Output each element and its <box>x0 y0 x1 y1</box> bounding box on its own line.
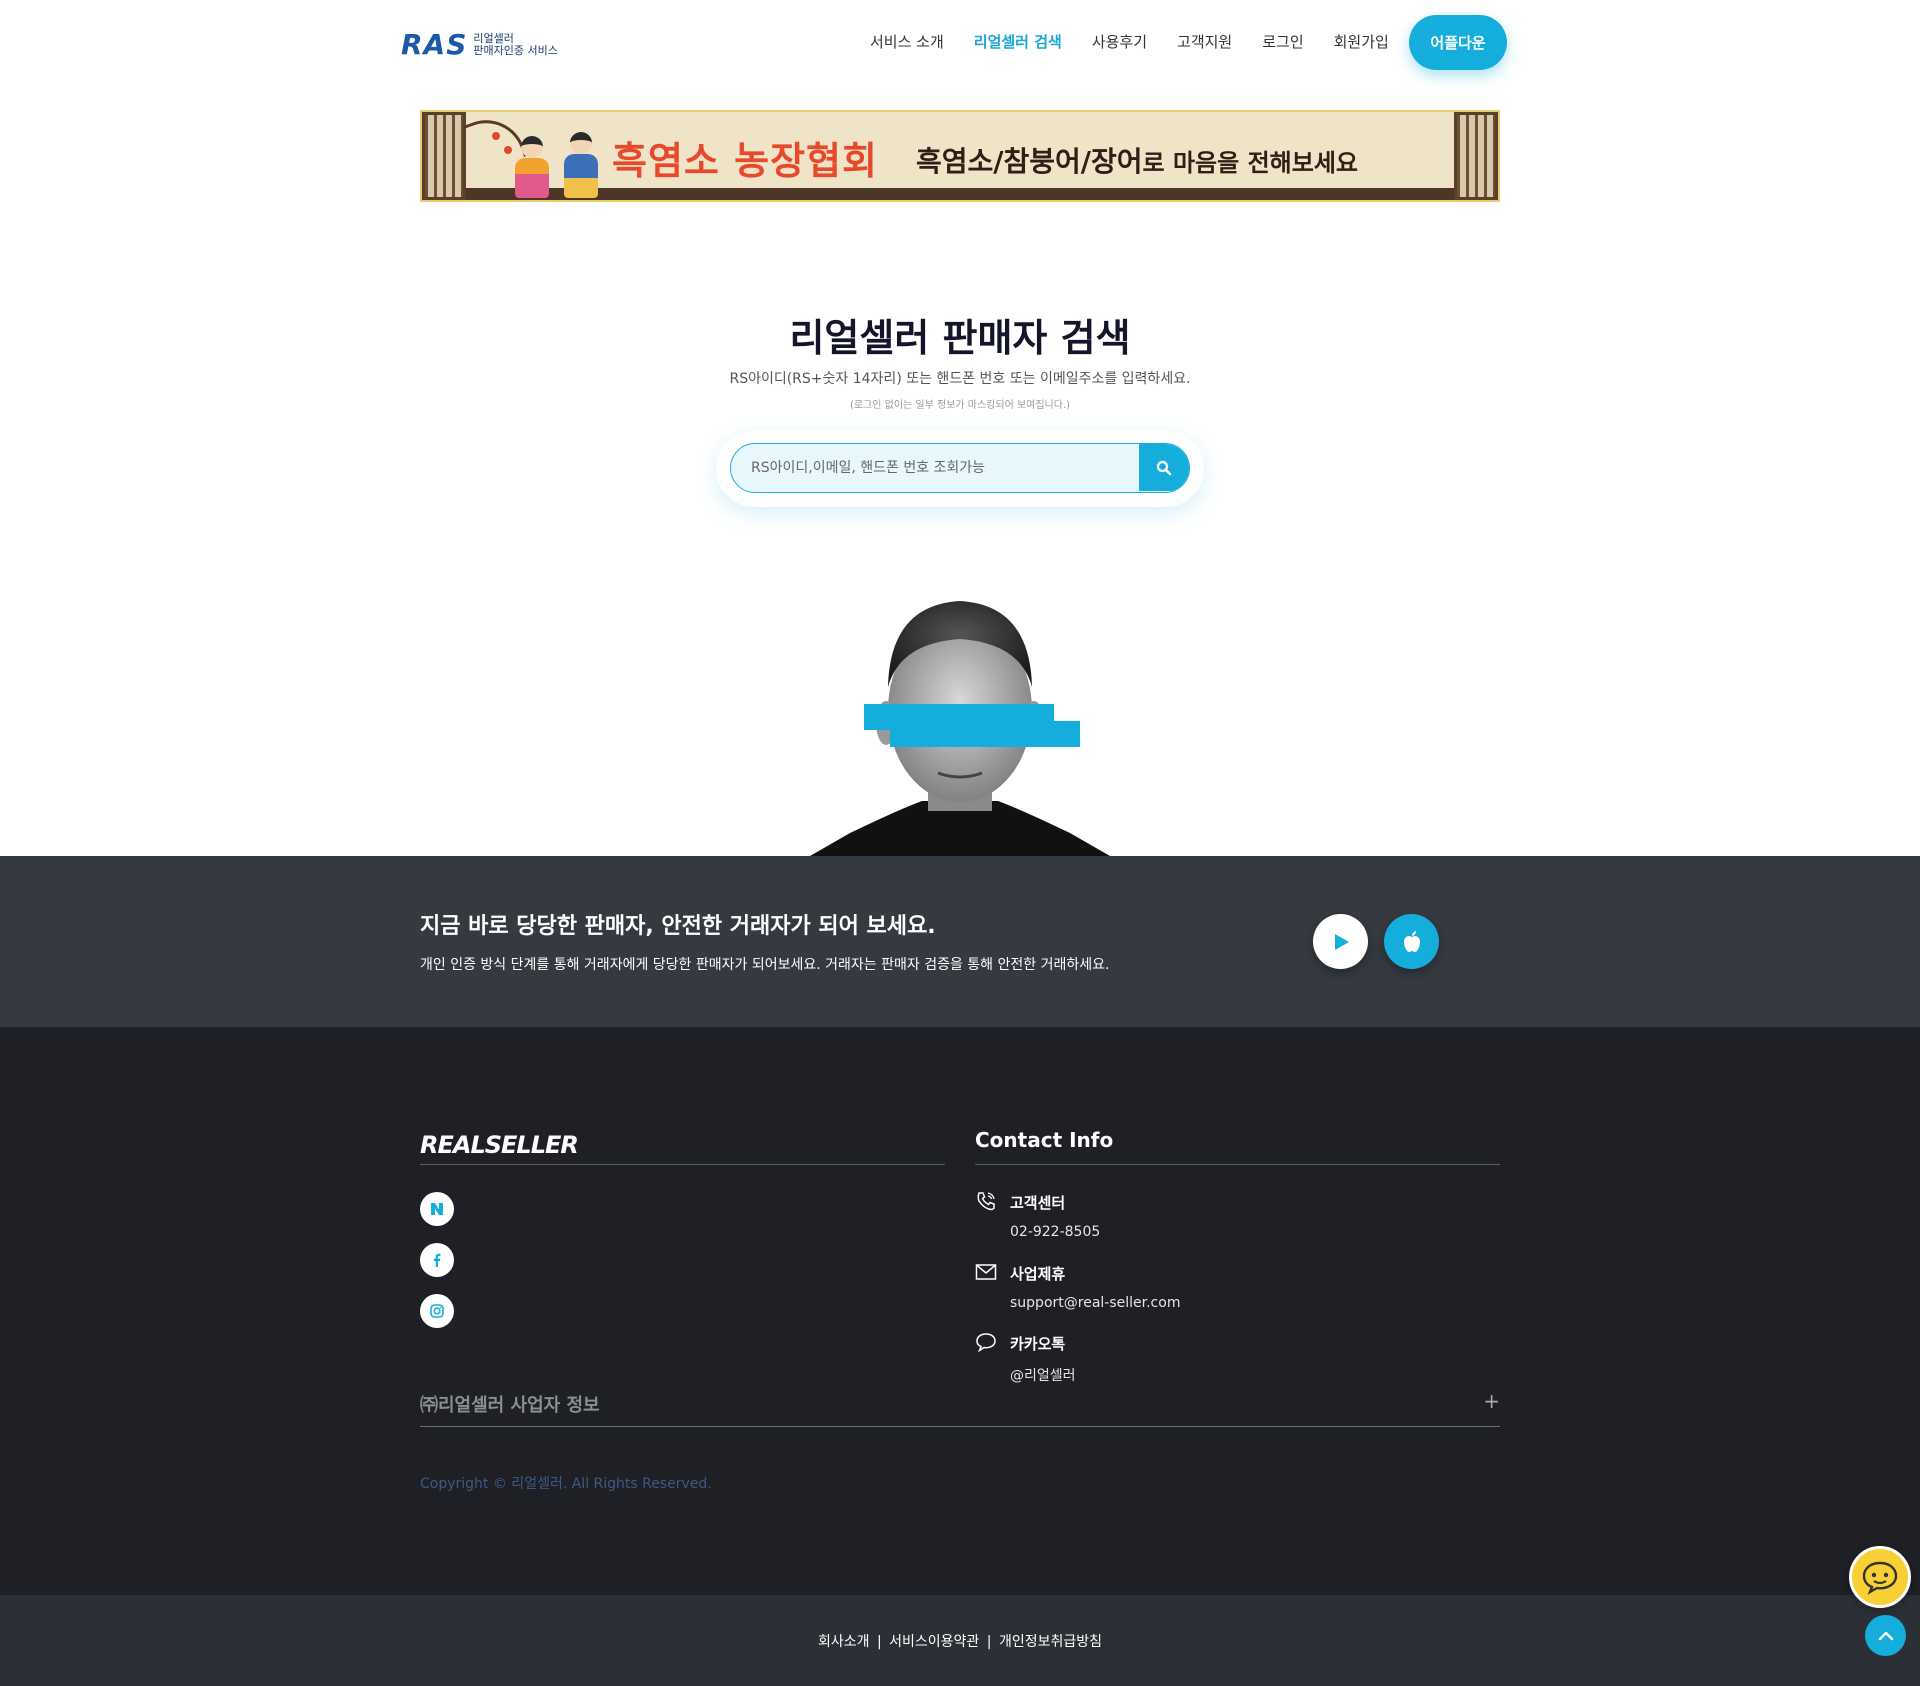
contact-email[interactable]: support@real-seller.com <box>1010 1295 1180 1311</box>
persimmon-icon <box>504 146 512 154</box>
naver-link[interactable] <box>420 1192 454 1226</box>
instagram-icon <box>430 1304 444 1318</box>
google-play-button[interactable] <box>1313 914 1368 969</box>
footer-link-separator: | <box>876 1634 882 1650</box>
banner-title: 흑염소 농장협회 <box>612 139 878 183</box>
banner-subtitle-rest: 로 마음을 전해보세요 <box>1142 149 1358 177</box>
logo-text: 리얼셀러 판매자인증 서비스 <box>473 32 558 57</box>
app-download-button[interactable]: 어플다운 <box>1409 15 1507 70</box>
business-info-label: ㈜리얼셀러 사업자 정보 <box>420 1395 600 1416</box>
search-form <box>716 431 1204 507</box>
cta-title: 지금 바로 당당한 판매자, 안전한 거래자가 되어 보세요. <box>420 914 936 939</box>
banner-door-right <box>1454 112 1498 200</box>
google-play-icon <box>1334 933 1349 950</box>
footer-divider-right <box>975 1164 1500 1165</box>
promo-banner[interactable]: 흑염소 농장협회 흑염소/참붕어/장어로 마음을 전해보세요 <box>420 110 1500 202</box>
chatbot-icon <box>1862 1561 1898 1595</box>
search-icon <box>1156 460 1172 475</box>
instagram-link[interactable] <box>420 1294 454 1328</box>
chat-bubble-icon <box>976 1333 996 1353</box>
search-input[interactable] <box>731 444 1141 491</box>
footer-link-separator: | <box>986 1634 992 1650</box>
nav-item-reviews[interactable]: 사용후기 <box>1092 30 1147 54</box>
plus-icon: + <box>1483 1389 1500 1413</box>
hanbok-girl-illustration <box>514 136 550 200</box>
nav-item-login[interactable]: 로그인 <box>1262 30 1303 54</box>
nav-item-service-intro[interactable]: 서비스 소개 <box>870 30 944 54</box>
search-description: RS아이디(RS+숫자 14자리) 또는 핸드폰 번호 또는 이메일주소를 입력… <box>729 371 1191 387</box>
search-box <box>730 443 1190 493</box>
masked-person-image <box>810 595 1110 856</box>
footer-divider-left <box>420 1164 945 1165</box>
mail-icon <box>975 1264 997 1280</box>
scroll-top-button[interactable] <box>1865 1615 1906 1656</box>
phone-icon <box>977 1192 995 1211</box>
banner-subtitle-bold: 흑염소/참붕어/장어 <box>916 145 1143 178</box>
contact-label: 카카오톡 <box>1010 1335 1066 1353</box>
banner-subtitle: 흑염소/참붕어/장어로 마음을 전해보세요 <box>916 140 1358 180</box>
banner-door-left <box>422 112 466 200</box>
contact-kakao-id[interactable]: @리얼셀러 <box>1010 1365 1076 1385</box>
cta-strip: 지금 바로 당당한 판매자, 안전한 거래자가 되어 보세요. 개인 인증 방식… <box>0 856 1920 1027</box>
page-title: 리얼셀러 판매자 검색 <box>789 316 1131 360</box>
logo-text-line2: 판매자인증 서비스 <box>473 43 558 57</box>
footer-link-company[interactable]: 회사소개 <box>818 1634 870 1650</box>
contact-label: 고객센터 <box>1010 1194 1066 1212</box>
app-store-button[interactable] <box>1384 914 1439 969</box>
nav-item-realseller-search[interactable]: 리얼셀러 검색 <box>974 30 1062 54</box>
copyright: Copyright © 리얼셀러. All Rights Reserved. <box>420 1476 712 1492</box>
logo[interactable]: RAS 리얼셀러 판매자인증 서비스 <box>401 28 558 61</box>
nav-item-signup[interactable]: 회원가입 <box>1334 30 1389 54</box>
facebook-link[interactable] <box>420 1243 454 1277</box>
chatbot-button[interactable] <box>1849 1546 1911 1608</box>
footer-bottom-bar: 회사소개 | 서비스이용약관 | 개인정보취급방침 <box>0 1595 1920 1686</box>
hanbok-boy-illustration <box>562 132 600 200</box>
chevron-up-icon <box>1878 1631 1893 1640</box>
site-footer: REALSELLER Contact Info 고객센터 02-922-8505 <box>0 1027 1920 1595</box>
contact-info-title: Contact Info <box>975 1128 1114 1152</box>
contact-label: 사업제휴 <box>1010 1265 1066 1283</box>
search-button[interactable] <box>1139 444 1189 491</box>
nav-item-support[interactable]: 고객지원 <box>1177 30 1232 54</box>
search-note: (로그인 없이는 일부 정보가 마스킹되어 보여집니다.) <box>849 400 1071 411</box>
persimmon-icon <box>492 132 500 140</box>
site-header: RAS 리얼셀러 판매자인증 서비스 서비스 소개 리얼셀러 검색 사용후기 고… <box>0 0 1920 86</box>
footer-logo: REALSELLER <box>420 1131 579 1159</box>
apple-icon <box>1403 930 1420 952</box>
contact-phone[interactable]: 02-922-8505 <box>1010 1224 1100 1240</box>
footer-links: 회사소개 | 서비스이용약관 | 개인정보취급방침 <box>0 1631 1920 1651</box>
cta-description: 개인 인증 방식 단계를 통해 거래자에게 당당한 판매자가 되어보세요. 거래… <box>420 957 1110 973</box>
footer-link-privacy[interactable]: 개인정보취급방침 <box>999 1634 1102 1650</box>
naver-icon <box>431 1203 443 1215</box>
facebook-icon <box>433 1253 441 1267</box>
footer-link-terms[interactable]: 서비스이용약관 <box>889 1634 979 1650</box>
main-nav: 서비스 소개 리얼셀러 검색 사용후기 고객지원 로그인 회원가입 <box>870 30 1419 54</box>
business-info-toggle[interactable]: ㈜리얼셀러 사업자 정보 + <box>420 1389 1500 1427</box>
banner-floor <box>466 188 1454 200</box>
logo-mark: RAS <box>401 28 468 61</box>
